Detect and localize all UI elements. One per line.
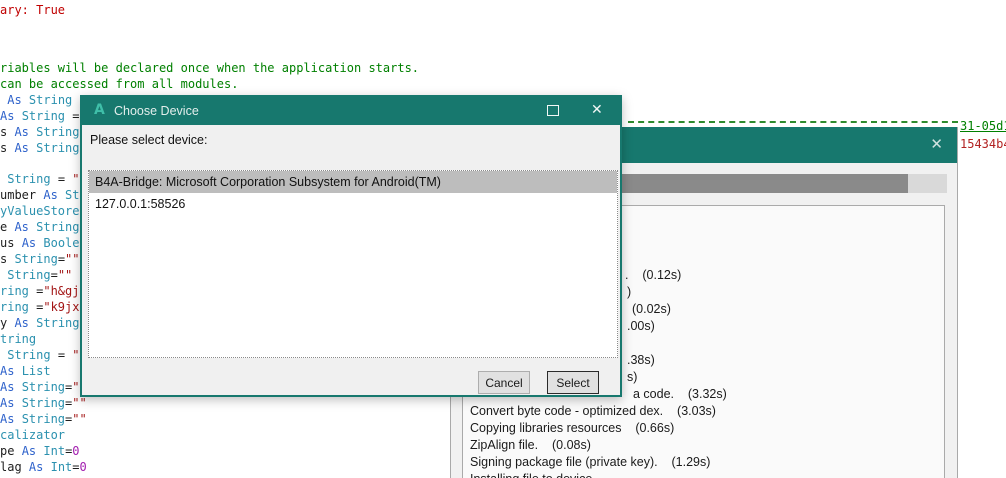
device-list[interactable]: B4A-Bridge: Microsoft Corporation Subsys… — [88, 170, 618, 358]
code-fragment-green-hex: 31-05d1 — [960, 119, 1006, 133]
select-button[interactable]: Select — [547, 371, 599, 394]
code-line: As String="" — [0, 396, 87, 410]
ide-screen: ary: True riables will be declared once w… — [0, 0, 1006, 478]
code-line: As List — [0, 364, 51, 378]
clipped-green-code-line — [628, 121, 958, 123]
code-line: -- -- -- — [82, 471, 140, 478]
code-line: can be accessed from all modules. — [0, 77, 239, 91]
choose-device-titlebar[interactable]: A Choose Device ✕ — [82, 97, 620, 125]
code-line: String = "" — [7, 172, 87, 186]
code-line: calizator — [0, 428, 66, 442]
device-list-item[interactable]: 127.0.0.1:58526 — [89, 193, 617, 215]
code-line: ring ="h&gj7 — [0, 284, 87, 298]
code-line: tring — [0, 332, 37, 346]
maximize-icon[interactable] — [547, 105, 559, 116]
code-line: s As String — [0, 125, 80, 139]
dialog-title: Choose Device — [114, 104, 199, 118]
close-icon[interactable]: ✕ — [930, 135, 943, 153]
code-line: String="" — [7, 268, 73, 282]
b4a-logo-icon: A — [94, 102, 105, 118]
code-line: us As Boolea — [0, 236, 87, 250]
log-line: Installing file to device. — [463, 471, 944, 478]
code-line: ary: True — [0, 3, 66, 17]
code-line: As String=" — [0, 380, 80, 394]
code-line: yValueStore — [0, 204, 80, 218]
code-line: s String="" — [0, 252, 80, 266]
choose-device-dialog: A Choose Device ✕ Please select device: … — [80, 95, 622, 397]
device-list-item[interactable]: B4A-Bridge: Microsoft Corporation Subsys… — [89, 171, 617, 193]
code-line: riables will be declared once when the a… — [0, 61, 420, 75]
log-line: Signing package file (private key). (1.2… — [470, 455, 711, 469]
log-line: ZipAlign file. (0.08s) — [470, 438, 591, 452]
code-line: ring ="k9jx — [0, 300, 80, 314]
code-line: pe As Int=0 — [0, 444, 80, 458]
code-line: s As String= — [0, 141, 87, 155]
prompt-label: Please select device: — [90, 133, 208, 147]
close-icon[interactable]: ✕ — [591, 102, 603, 118]
code-line: e As String= — [0, 220, 87, 234]
log-line: Copying libraries resources (0.66s) — [470, 421, 675, 435]
code-line: umber As Str — [0, 188, 87, 202]
cancel-button[interactable]: Cancel — [478, 371, 530, 394]
code-fragment-red-hex: 15434b45 — [960, 137, 1006, 151]
code-line: As String="" — [0, 412, 87, 426]
code-line: As String = — [0, 109, 87, 123]
log-line: Convert byte code - optimized dex. (3.03… — [470, 404, 716, 418]
code-line: y As String — [0, 316, 80, 330]
code-line: String = "" — [7, 348, 87, 362]
code-line: lag As Int=0 — [0, 460, 87, 474]
